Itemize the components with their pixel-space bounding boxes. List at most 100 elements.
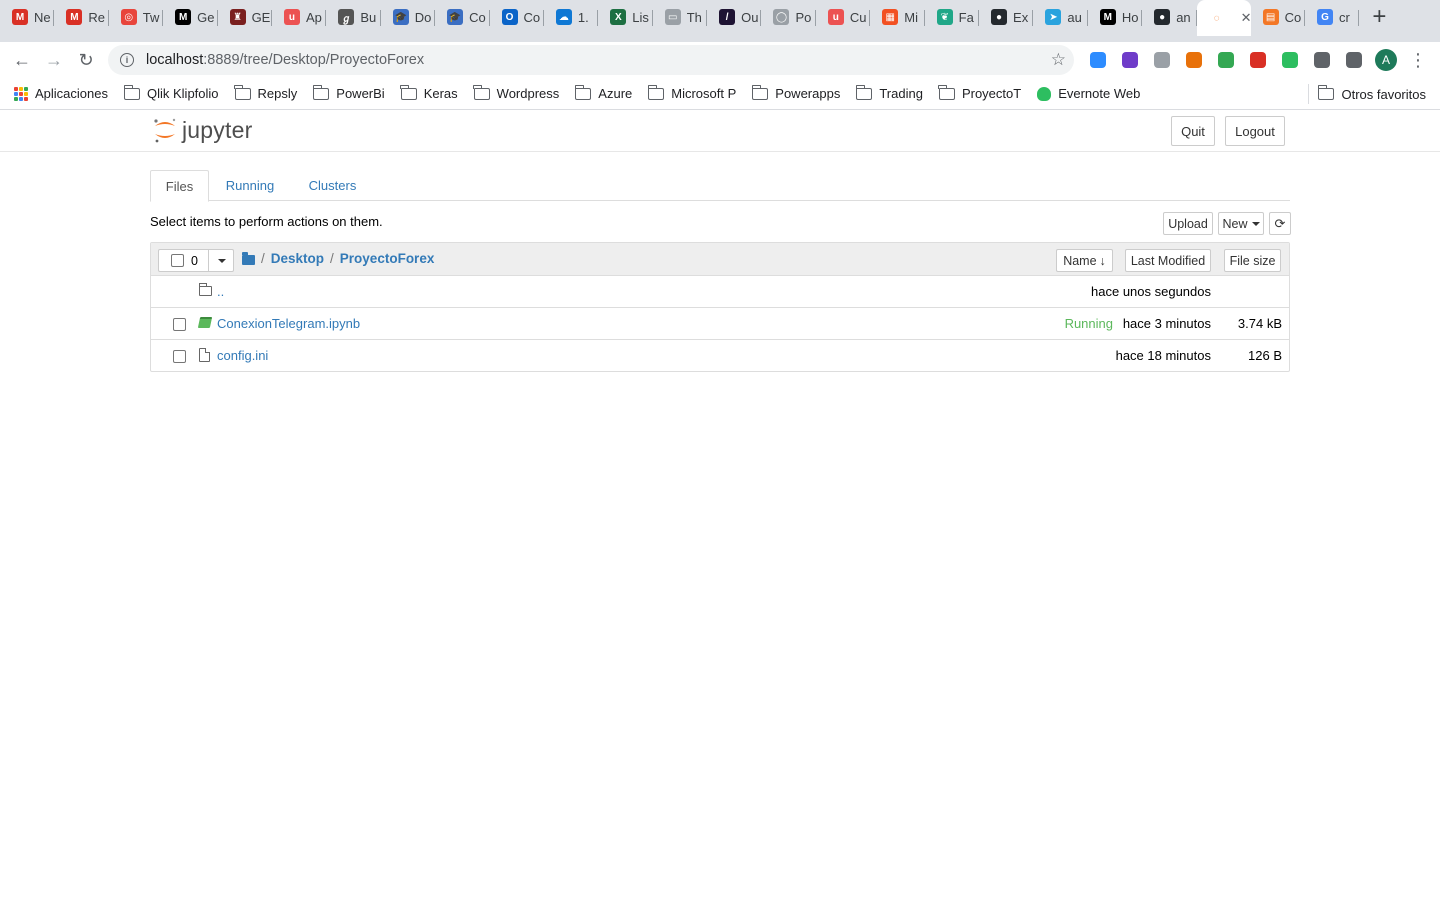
browser-tab[interactable]: M Ne bbox=[0, 0, 55, 34]
browser-tab[interactable]: ❦ Fa bbox=[925, 0, 980, 34]
refresh-button[interactable]: ⟳ bbox=[1269, 212, 1291, 235]
new-dropdown-button[interactable]: New bbox=[1218, 212, 1264, 235]
back-button[interactable]: ← bbox=[6, 44, 38, 76]
browser-tab[interactable]: ● an bbox=[1142, 0, 1197, 34]
browser-tab[interactable]: 🎓 Do bbox=[381, 0, 436, 34]
flame-extension-icon[interactable] bbox=[1182, 48, 1206, 72]
puzzle-extension-icon[interactable] bbox=[1310, 48, 1334, 72]
reload-icon: ↻ bbox=[78, 49, 94, 70]
bookmark-item[interactable]: Microsoft P bbox=[640, 80, 744, 108]
bookmark-item[interactable]: Wordpress bbox=[466, 80, 568, 108]
bookmark-item[interactable]: Keras bbox=[393, 80, 466, 108]
file-name-link[interactable]: .. bbox=[217, 284, 224, 299]
new-tab-button[interactable]: + bbox=[1359, 0, 1399, 34]
browser-tab[interactable]: ➤ au bbox=[1033, 0, 1088, 34]
select-all-checkbox[interactable] bbox=[171, 254, 184, 267]
file-icon-shape bbox=[199, 348, 210, 362]
upload-button[interactable]: Upload bbox=[1163, 212, 1213, 235]
zoom-extension-icon[interactable] bbox=[1086, 48, 1110, 72]
arrow-down-icon: ↓ bbox=[1099, 253, 1106, 268]
browser-tab[interactable]: 🎓 Co bbox=[435, 0, 490, 34]
bookmark-item[interactable]: Aplicaciones bbox=[6, 80, 116, 108]
address-bar[interactable]: i localhost:8889/tree/Desktop/ProyectoFo… bbox=[108, 45, 1074, 75]
refresh-icon: ⟳ bbox=[1274, 215, 1286, 231]
folder-icon bbox=[123, 84, 140, 100]
gmail-icon: M bbox=[66, 9, 83, 25]
browser-tab[interactable]: u Cu bbox=[816, 0, 871, 34]
selection-message: Select items to perform actions on them. bbox=[150, 214, 383, 229]
bookmark-item[interactable]: Azure bbox=[567, 80, 640, 108]
browser-tab[interactable]: O Co bbox=[490, 0, 544, 34]
file-name-link[interactable]: config.ini bbox=[217, 348, 268, 363]
browser-tab[interactable]: M Re bbox=[54, 0, 109, 34]
tab-files[interactable]: Files bbox=[150, 170, 209, 202]
address-path: :8889/tree/Desktop/ProyectoForex bbox=[203, 52, 425, 68]
browser-tab[interactable]: Gcr bbox=[1305, 0, 1360, 34]
browser-tab-title: Mi bbox=[904, 9, 918, 25]
browser-tab[interactable]: M Ho bbox=[1088, 0, 1143, 34]
calendar-extension-icon[interactable] bbox=[1246, 48, 1270, 72]
file-row[interactable]: config.ini hace 18 minutos 126 B bbox=[151, 340, 1289, 372]
browser-tab[interactable]: ● Ex bbox=[979, 0, 1034, 34]
file-name-link[interactable]: ConexionTelegram.ipynb bbox=[217, 316, 360, 331]
github-icon: ● bbox=[991, 9, 1008, 25]
profile-avatar[interactable]: A bbox=[1375, 49, 1397, 71]
evernote-extension-icon-glyph bbox=[1282, 52, 1298, 68]
address-host: localhost bbox=[146, 52, 204, 68]
browser-tab[interactable]: ♜ GE bbox=[218, 0, 272, 34]
file-row[interactable]: ConexionTelegram.ipynb Running hace 3 minu… bbox=[151, 308, 1289, 340]
browser-tab[interactable]: ▤ Co bbox=[1251, 0, 1305, 34]
bookmark-other-favorites[interactable]: Otros favoritos bbox=[1310, 80, 1434, 108]
bookmark-item[interactable]: Powerapps bbox=[744, 80, 848, 108]
quit-button[interactable]: Quit bbox=[1171, 116, 1215, 146]
browser-tab[interactable]: ◯ Po bbox=[761, 0, 816, 34]
close-tab-icon[interactable]: ✕ bbox=[1241, 10, 1251, 26]
bookmark-item[interactable]: Repsly bbox=[227, 80, 306, 108]
browser-tab[interactable]: ☁ 1. bbox=[544, 0, 599, 34]
browser-tab[interactable]: M Ge bbox=[163, 0, 218, 34]
row-checkbox[interactable] bbox=[173, 350, 186, 363]
selection-menu-button[interactable] bbox=[208, 250, 234, 271]
browser-menu-button[interactable]: ⋮ bbox=[1402, 44, 1434, 76]
bookmark-item[interactable]: PowerBi bbox=[305, 80, 392, 108]
breadcrumb-proyectoforex[interactable]: ProyectoForex bbox=[340, 251, 435, 266]
browser-tab-title: Re bbox=[88, 9, 106, 25]
tab-running[interactable]: Running bbox=[212, 170, 288, 201]
file-row[interactable]: .. hace unos segundos bbox=[151, 276, 1289, 308]
breadcrumb-desktop[interactable]: Desktop bbox=[271, 251, 324, 266]
browser-tab[interactable]: ◎ Tw bbox=[109, 0, 164, 34]
browser-tab[interactable]: X Lis bbox=[598, 0, 653, 34]
sort-by-modified-button[interactable]: Last Modified bbox=[1125, 249, 1211, 272]
mail-check-extension-icon[interactable] bbox=[1214, 48, 1238, 72]
reload-button[interactable]: ↻ bbox=[70, 44, 102, 76]
folder-icon bbox=[751, 84, 769, 100]
screenshot-extension-icon[interactable] bbox=[1150, 48, 1174, 72]
jupyter-logo[interactable]: jupyter bbox=[152, 116, 252, 144]
evernote-extension-icon[interactable] bbox=[1278, 48, 1302, 72]
logout-button[interactable]: Logout bbox=[1225, 116, 1285, 146]
folder-home-icon[interactable] bbox=[242, 251, 255, 265]
bookmark-item[interactable]: ProyectoT bbox=[931, 80, 1029, 108]
browser-tab[interactable]: u Ap bbox=[272, 0, 327, 34]
browser-tab[interactable]: ▭ Th bbox=[653, 0, 708, 34]
sort-by-size-button[interactable]: File size bbox=[1224, 249, 1281, 272]
tab-clusters[interactable]: Clusters bbox=[294, 170, 371, 201]
bookmark-item[interactable]: Qlik Klipfolio bbox=[116, 80, 227, 108]
media-control-icon-glyph bbox=[1346, 52, 1362, 68]
browser-tab[interactable]: ▦ Mi bbox=[870, 0, 925, 34]
bookmark-item[interactable]: Evernote Web bbox=[1029, 80, 1148, 108]
browser-tab[interactable]: ◌ ✕ bbox=[1196, 0, 1251, 36]
color-picker-extension-icon[interactable] bbox=[1118, 48, 1142, 72]
site-info-icon[interactable]: i bbox=[120, 53, 134, 67]
forward-button[interactable]: → bbox=[38, 44, 70, 76]
browser-tab[interactable]: ℊ Bu bbox=[326, 0, 381, 34]
row-checkbox[interactable] bbox=[173, 318, 186, 331]
media-control-icon[interactable] bbox=[1342, 48, 1366, 72]
sort-by-name-button[interactable]: Name ↓ bbox=[1056, 249, 1113, 272]
browser-tab[interactable]: / Ou bbox=[707, 0, 762, 34]
bookmark-item[interactable]: Trading bbox=[848, 80, 931, 108]
telegram-icon: ➤ bbox=[1045, 9, 1062, 25]
file-list-header: 0 / Desktop / ProyectoForex Name ↓ Last … bbox=[151, 243, 1289, 276]
caret-down-icon bbox=[1251, 221, 1260, 226]
bookmark-star-icon[interactable]: ☆ bbox=[1051, 50, 1066, 70]
